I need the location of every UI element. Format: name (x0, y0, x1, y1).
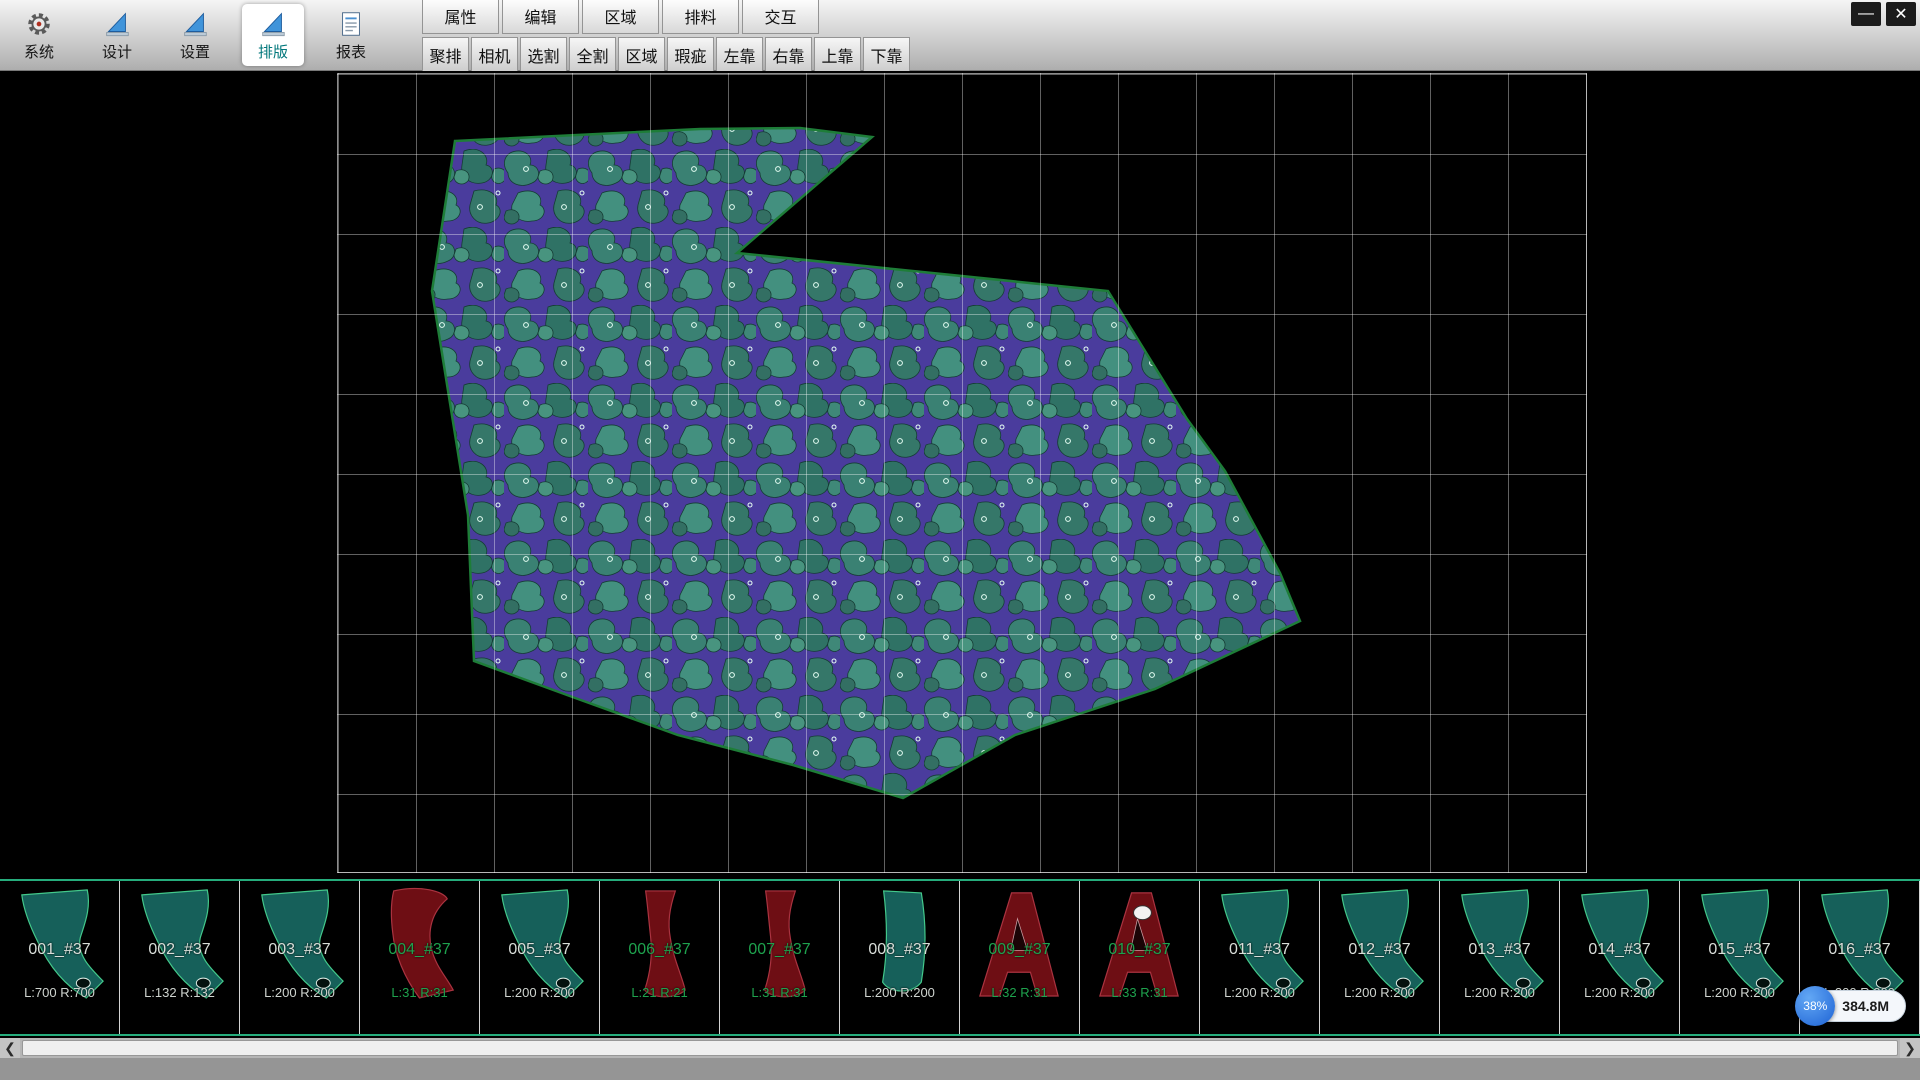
layout-icon (258, 9, 288, 39)
bottom-filler (0, 1058, 1920, 1080)
piece-cell[interactable]: 006_#37 L:21 R:21 (600, 881, 720, 1034)
horizontal-scrollbar[interactable]: ❮ ❯ (0, 1038, 1920, 1058)
scroll-right-arrow[interactable]: ❯ (1900, 1038, 1920, 1058)
scroll-left-arrow[interactable]: ❮ (0, 1038, 20, 1058)
tool-button-2[interactable]: 选割 (520, 37, 567, 73)
menu-block: 属性编辑区域排料交互 聚排相机选割全割区域瑕疵左靠右靠上靠下靠 (422, 0, 910, 73)
piece-name: 010_#37 (1080, 941, 1199, 959)
piece-cell[interactable]: 013_#37 L:200 R:200 (1440, 881, 1560, 1034)
piece-lr: L:200 R:200 (1440, 985, 1559, 1000)
status-float: 38% 384.8M (1795, 986, 1906, 1026)
piece-cell[interactable]: 015_#37 L:200 R:200 (1680, 881, 1800, 1034)
piece-cell[interactable]: 009_#37 L:32 R:31 (960, 881, 1080, 1034)
toolbar-button-label: 设置 (180, 41, 210, 62)
piece-cell[interactable]: 005_#37 L:200 R:200 (480, 881, 600, 1034)
piece-lr: L:200 R:200 (240, 985, 359, 1000)
piece-name: 005_#37 (480, 941, 599, 959)
gear-icon (24, 9, 54, 39)
toolbar-button-label: 系统 (24, 41, 54, 62)
piece-lr: L:200 R:200 (840, 985, 959, 1000)
tool-button-4[interactable]: 区域 (618, 37, 665, 73)
piece-name: 013_#37 (1440, 941, 1559, 959)
piece-lr: L:200 R:200 (1200, 985, 1319, 1000)
piece-lr: L:200 R:200 (480, 985, 599, 1000)
report-icon (336, 9, 366, 39)
toolbar-button-label: 报表 (336, 41, 366, 62)
tool-button-8[interactable]: 上靠 (814, 37, 861, 73)
toolbar-button-design[interactable]: 设计 (86, 4, 148, 66)
piece-name: 006_#37 (600, 941, 719, 959)
piece-name: 011_#37 (1200, 941, 1319, 959)
main-toolbar: 系统 设计 设置 排版 报表 (8, 2, 382, 68)
tool-button-0[interactable]: 聚排 (422, 37, 469, 73)
piece-lr: L:200 R:200 (1680, 985, 1799, 1000)
tool-button-1[interactable]: 相机 (471, 37, 518, 73)
piece-cell[interactable]: 014_#37 L:200 R:200 (1560, 881, 1680, 1034)
menu-tab-3[interactable]: 排料 (662, 0, 739, 34)
design-icon (102, 9, 132, 39)
piece-cell[interactable]: 002_#37 L:132 R:132 (120, 881, 240, 1034)
piece-lr: L:700 R:700 (0, 985, 119, 1000)
piece-lr: L:132 R:132 (120, 985, 239, 1000)
tool-button-5[interactable]: 瑕疵 (667, 37, 714, 73)
toolbar-button-gear[interactable]: 系统 (8, 4, 70, 66)
piece-lr: L:31 R:31 (360, 985, 479, 1000)
scrollbar-thumb[interactable] (22, 1040, 1898, 1056)
tool-buttons: 聚排相机选割全割区域瑕疵左靠右靠上靠下靠 (422, 37, 910, 73)
close-button[interactable]: ✕ (1886, 2, 1916, 26)
piece-name: 012_#37 (1320, 941, 1439, 959)
piece-cell[interactable]: 010_#37 L:33 R:31 (1080, 881, 1200, 1034)
piece-lr: L:33 R:31 (1080, 985, 1199, 1000)
piece-name: 016_#37 (1800, 941, 1919, 959)
toolbar-button-layout[interactable]: 排版 (242, 4, 304, 66)
piece-cell[interactable]: 001_#37 L:700 R:700 (0, 881, 120, 1034)
menu-tab-2[interactable]: 区域 (582, 0, 659, 34)
top-toolbar: 系统设计设置排版报表 属性编辑区域排料交互 聚排相机选割全割区域瑕疵左靠右靠上靠… (0, 0, 1920, 71)
window-controls: — ✕ (1851, 2, 1916, 26)
piece-lr: L:200 R:200 (1560, 985, 1679, 1000)
toolbar-button-settings[interactable]: 设置 (164, 4, 226, 66)
toolbar-button-label: 设计 (102, 41, 132, 62)
piece-lr: L:21 R:21 (600, 985, 719, 1000)
leather-hide-shape[interactable] (0, 71, 1920, 879)
piece-name: 008_#37 (840, 941, 959, 959)
app-window: 系统设计设置排版报表 属性编辑区域排料交互 聚排相机选割全割区域瑕疵左靠右靠上靠… (0, 0, 1920, 1080)
piece-cell[interactable]: 008_#37 L:200 R:200 (840, 881, 960, 1034)
piece-name: 009_#37 (960, 941, 1079, 959)
piece-cell[interactable]: 003_#37 L:200 R:200 (240, 881, 360, 1034)
piece-cell[interactable]: 004_#37 L:31 R:31 (360, 881, 480, 1034)
piece-name: 001_#37 (0, 941, 119, 959)
menu-tab-4[interactable]: 交互 (742, 0, 819, 34)
piece-lr: L:200 R:200 (1320, 985, 1439, 1000)
toolbar-button-label: 排版 (258, 41, 288, 62)
hide-outline[interactable] (432, 128, 1300, 798)
piece-lr: L:32 R:31 (960, 985, 1079, 1000)
piece-lr: L:31 R:31 (720, 985, 839, 1000)
piece-name: 002_#37 (120, 941, 239, 959)
menu-tabs: 属性编辑区域排料交互 (422, 0, 910, 34)
piece-name: 003_#37 (240, 941, 359, 959)
piece-name: 004_#37 (360, 941, 479, 959)
piece-cell[interactable]: 012_#37 L:200 R:200 (1320, 881, 1440, 1034)
settings-icon (180, 9, 210, 39)
piece-cell[interactable]: 011_#37 L:200 R:200 (1200, 881, 1320, 1034)
minimize-button[interactable]: — (1851, 2, 1881, 26)
tool-button-7[interactable]: 右靠 (765, 37, 812, 73)
menu-tab-0[interactable]: 属性 (422, 0, 499, 34)
tool-button-3[interactable]: 全割 (569, 37, 616, 73)
piece-name: 015_#37 (1680, 941, 1799, 959)
nesting-canvas[interactable] (0, 71, 1920, 879)
menu-tab-1[interactable]: 编辑 (502, 0, 579, 34)
toolbar-button-report[interactable]: 报表 (320, 4, 382, 66)
piece-name: 007_#37 (720, 941, 839, 959)
piece-cell[interactable]: 007_#37 L:31 R:31 (720, 881, 840, 1034)
piece-name: 014_#37 (1560, 941, 1679, 959)
pieces-strip: 001_#37L:700 R:700002_#37L:132 R:132003_… (0, 879, 1920, 1036)
tool-button-9[interactable]: 下靠 (863, 37, 910, 73)
tool-button-6[interactable]: 左靠 (716, 37, 763, 73)
